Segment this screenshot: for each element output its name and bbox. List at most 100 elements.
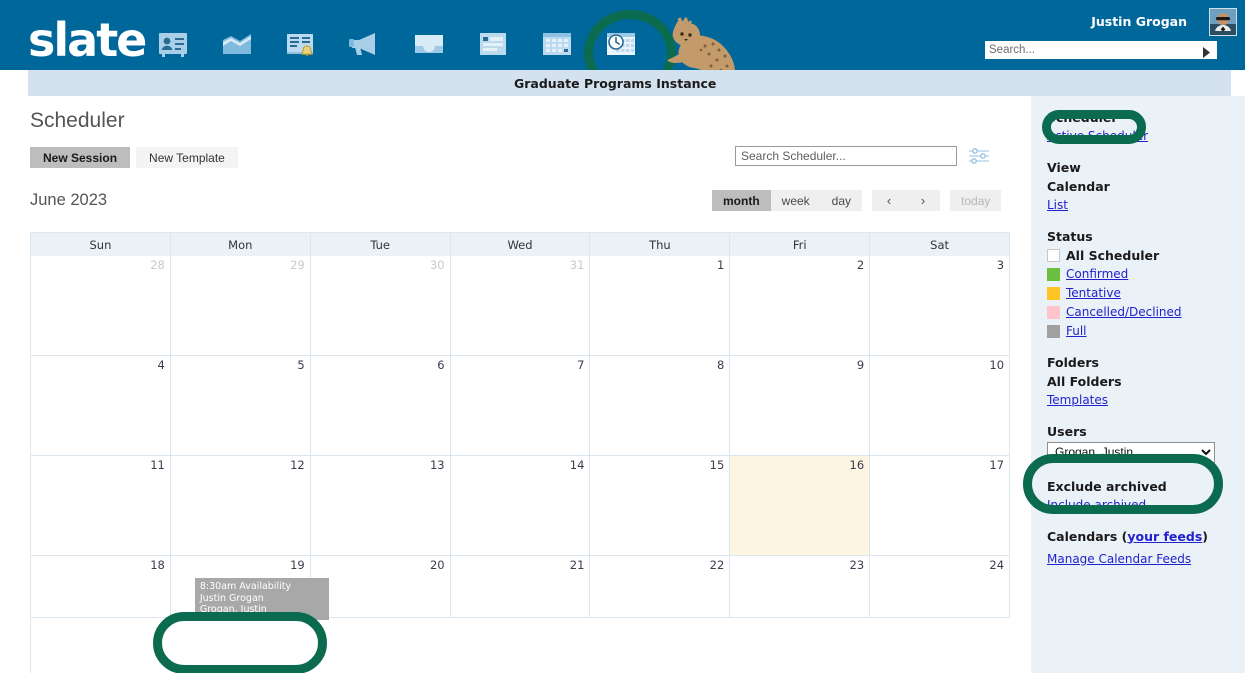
day-cell: 2 xyxy=(730,256,871,356)
day-number: 11 xyxy=(150,458,165,472)
inbox-tray-icon[interactable] xyxy=(411,26,447,62)
day-number: 28 xyxy=(150,258,165,272)
day-number: 31 xyxy=(569,258,585,272)
calendar-week-row: 18 19 8:30am Availability Justin Grogan … xyxy=(31,556,1011,620)
your-feeds-link[interactable]: your feeds xyxy=(1127,529,1202,544)
status-label[interactable]: Confirmed xyxy=(1066,265,1128,284)
sidebar-calendars-heading: Calendars (your feeds) xyxy=(1047,529,1245,544)
calendar-grid: Sun Mon Tue Wed Thu Fri Sat 28 29 30 31 … xyxy=(30,232,1011,673)
user-name-label[interactable]: Justin Grogan xyxy=(1091,14,1187,29)
page-root: slate Justin Grogan Search... Graduate P… xyxy=(0,0,1245,673)
scheduler-search-input[interactable] xyxy=(736,147,956,165)
page-title: Scheduler xyxy=(30,109,125,132)
sidebar-users-group: Users Grogan, Justin xyxy=(1047,424,1245,463)
day-cell: 11 xyxy=(31,456,171,556)
day-number: 7 xyxy=(577,358,585,372)
view-week-button[interactable]: week xyxy=(770,190,821,211)
sidebar-scheduler-group: Scheduler Active Scheduler xyxy=(1042,108,1245,146)
day-number: 13 xyxy=(429,458,445,472)
status-item-cancelled[interactable]: Cancelled/Declined xyxy=(1047,303,1245,322)
month-label: June 2023 xyxy=(30,191,108,209)
document-bell-icon[interactable] xyxy=(283,26,319,62)
calendar-nav-segment: ‹ › xyxy=(872,190,941,211)
day-cell-today[interactable]: 16 xyxy=(730,456,871,556)
global-search[interactable] xyxy=(985,41,1217,59)
day-number: 10 xyxy=(989,358,1005,372)
status-label[interactable]: Tentative xyxy=(1066,284,1121,303)
top-header-bar: slate Justin Grogan Search... xyxy=(0,0,1245,96)
sidebar-folders-group: Folders All Folders Templates xyxy=(1047,355,1245,410)
weekday-thu: Thu xyxy=(590,233,731,256)
status-item-full[interactable]: Full xyxy=(1047,322,1245,341)
new-session-button[interactable]: New Session xyxy=(30,147,131,168)
calendar-grid-icon[interactable] xyxy=(539,26,575,62)
sidebar-calendars-group: Calendars (your feeds) Manage Calendar F… xyxy=(1047,529,1245,569)
sidebar-users-heading: Users xyxy=(1047,424,1087,439)
forms-list-icon[interactable] xyxy=(475,26,511,62)
calendar-weekday-header: Sun Mon Tue Wed Thu Fri Sat xyxy=(31,233,1011,256)
avatar[interactable] xyxy=(1209,8,1237,36)
sidebar-view-list-link[interactable]: List xyxy=(1047,196,1245,215)
contact-card-icon[interactable] xyxy=(155,26,191,62)
day-cell: 8 xyxy=(590,356,731,456)
sidebar-include-archived-link[interactable]: Include archived xyxy=(1047,496,1245,515)
day-number: 19 xyxy=(290,558,305,572)
day-cell: 18 xyxy=(31,556,171,618)
calendars-label: Calendars xyxy=(1047,528,1118,544)
status-label[interactable]: Full xyxy=(1066,322,1087,341)
sidebar-view-heading: View xyxy=(1047,160,1081,175)
status-item-all[interactable]: All Scheduler xyxy=(1047,246,1245,265)
day-cell: 12 xyxy=(170,456,311,556)
day-cell: 10 xyxy=(870,356,1011,456)
sidebar-folders-heading: Folders xyxy=(1047,355,1099,370)
scheduler-clock-calendar-icon[interactable] xyxy=(584,10,676,96)
search-input[interactable] xyxy=(989,42,1194,58)
megaphone-icon[interactable] xyxy=(347,26,383,62)
today-button[interactable]: today xyxy=(950,190,1002,211)
day-number: 23 xyxy=(849,558,865,572)
day-cell: 5 xyxy=(170,356,311,456)
slate-logo[interactable]: slate xyxy=(28,17,147,63)
status-label[interactable]: Cancelled/Declined xyxy=(1066,303,1182,322)
day-cell: 31 xyxy=(450,256,591,356)
manage-calendar-feeds-link[interactable]: Manage Calendar Feeds xyxy=(1047,550,1245,569)
weekday-sat: Sat xyxy=(870,233,1011,256)
status-item-confirmed[interactable]: Confirmed xyxy=(1047,265,1245,284)
status-item-tentative[interactable]: Tentative xyxy=(1047,284,1245,303)
new-template-button[interactable]: New Template xyxy=(136,147,238,168)
sidebar-status-group: Status All Scheduler Confirmed Tentative… xyxy=(1047,229,1245,341)
calendar-weeks: 28 29 30 31 1 2 3 4 5 6 7 8 9 10 11 12 1… xyxy=(31,256,1011,620)
day-cell: 30 xyxy=(310,256,451,356)
event-time-title: 8:30am Availability xyxy=(199,581,292,592)
day-number: 8 xyxy=(716,358,725,372)
filter-sliders-icon[interactable] xyxy=(968,146,990,166)
next-month-button[interactable]: › xyxy=(906,190,941,211)
prev-month-button[interactable]: ‹ xyxy=(872,190,907,211)
day-number: 20 xyxy=(429,558,445,572)
search-submit-arrow-icon[interactable] xyxy=(1202,45,1211,63)
calendar-week-row: 4 5 6 7 8 9 10 xyxy=(31,356,1011,456)
sidebar-exclude-archived: Exclude archived xyxy=(1047,478,1167,494)
day-number: 24 xyxy=(989,558,1005,572)
sidebar-scheduler-label: Scheduler xyxy=(1047,110,1118,125)
day-number: 4 xyxy=(157,358,165,372)
sidebar-archive-group: Exclude archived Include archived xyxy=(1047,477,1245,515)
day-number: 6 xyxy=(437,358,445,372)
view-month-button[interactable]: month xyxy=(712,190,771,211)
users-select[interactable]: Grogan, Justin xyxy=(1047,441,1215,463)
day-number: 9 xyxy=(856,358,865,372)
day-cell: 19 8:30am Availability Justin Grogan Gro… xyxy=(170,556,329,620)
scheduler-search[interactable] xyxy=(735,146,957,166)
analytics-chart-icon[interactable] xyxy=(219,26,255,62)
day-cell: 4 xyxy=(31,356,171,456)
calendar-week-row: 28 29 30 31 1 2 3 xyxy=(31,256,1011,356)
day-number: 14 xyxy=(569,458,585,472)
day-number: 30 xyxy=(429,258,445,272)
sidebar-view-group: View Calendar List xyxy=(1047,160,1245,215)
day-cell: 9 xyxy=(730,356,871,456)
sidebar-active-scheduler-link[interactable]: Active Scheduler xyxy=(1047,127,1245,146)
weekday-mon: Mon xyxy=(171,233,311,256)
view-day-button[interactable]: day xyxy=(820,190,863,211)
sidebar-templates-link[interactable]: Templates xyxy=(1047,391,1245,410)
calendar-event[interactable]: 8:30am Availability Justin Grogan Grogan… xyxy=(194,578,329,620)
